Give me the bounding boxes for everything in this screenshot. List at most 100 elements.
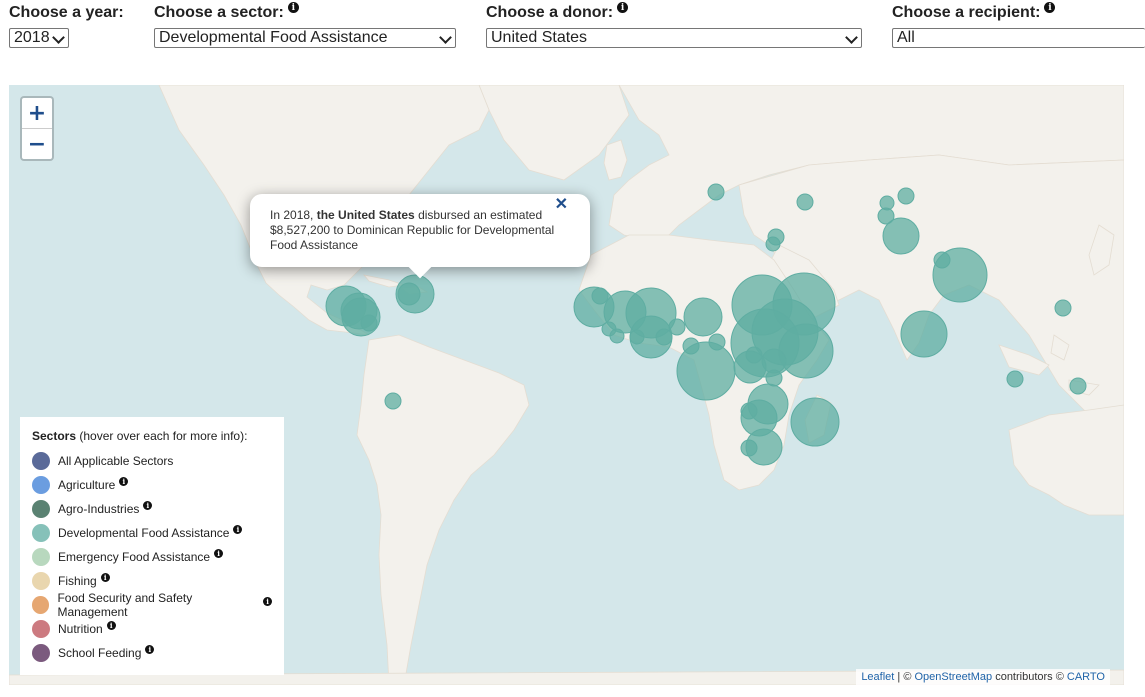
recipient-bubble[interactable] xyxy=(765,236,781,252)
legend-item[interactable]: Agro-Industries i xyxy=(32,497,272,521)
sector-legend: Sectors (hover over each for more info):… xyxy=(20,417,284,675)
legend-item-label: Nutrition xyxy=(58,622,103,636)
recipient-bubble[interactable] xyxy=(796,193,814,211)
donor-control: Choose a donor: i United States xyxy=(486,2,862,48)
recipient-bubble[interactable] xyxy=(897,187,915,205)
osm-link[interactable]: OpenStreetMap xyxy=(914,671,992,683)
legend-swatch xyxy=(32,500,50,518)
recipient-label: Choose a recipient: xyxy=(892,4,1041,21)
recipient-select[interactable]: All xyxy=(892,28,1145,48)
legend-item-label: Food Security and Safety Management xyxy=(57,591,193,619)
recipient-bubble[interactable] xyxy=(882,217,920,255)
recipient-select-value: All xyxy=(897,29,915,46)
leaflet-link[interactable]: Leaflet xyxy=(861,671,894,683)
year-label: Choose a year: xyxy=(9,4,124,21)
legend-item-label: Agro-Industries xyxy=(58,502,140,516)
legend-swatch xyxy=(32,620,50,638)
recipient-bubble[interactable] xyxy=(740,402,758,420)
recipient-bubble[interactable] xyxy=(933,251,951,269)
legend-swatch xyxy=(32,452,50,470)
chevron-down-icon xyxy=(845,31,858,44)
recipient-bubble[interactable] xyxy=(1006,370,1024,388)
popup-donor: the United States xyxy=(316,208,415,222)
year-select-value: 2018 xyxy=(14,29,50,46)
legend-item[interactable]: Nutrition i xyxy=(32,617,272,641)
legend-items: All Applicable Sectors Agriculture i Agro-I… xyxy=(32,449,272,665)
legend-swatch xyxy=(32,524,50,542)
recipient-bubble[interactable] xyxy=(740,439,758,457)
info-icon[interactable]: i xyxy=(263,596,272,606)
year-control: Choose a year: 2018 xyxy=(9,4,124,48)
sector-select[interactable]: Developmental Food Assistance xyxy=(154,28,456,48)
attribution-sep: | © xyxy=(894,671,915,683)
recipient-bubble[interactable] xyxy=(668,318,686,336)
recipient-bubble[interactable] xyxy=(761,348,787,374)
legend-item[interactable]: Food Security and Safety Management i xyxy=(32,591,272,619)
legend-title-bold: Sectors xyxy=(32,429,77,443)
info-icon[interactable]: i xyxy=(119,476,129,486)
recipient-bubble[interactable] xyxy=(707,183,725,201)
legend-swatch xyxy=(32,596,50,614)
world-map[interactable]: + − ✕ In 2018, the United States disburs… xyxy=(9,85,1124,685)
legend-swatch xyxy=(32,644,50,662)
legend-title: Sectors (hover over each for more info): xyxy=(32,429,272,443)
legend-item[interactable]: Emergency Food Assistance i xyxy=(32,545,272,569)
info-icon[interactable]: i xyxy=(287,2,299,13)
sector-label: Choose a sector: xyxy=(154,4,284,21)
zoom-in-button[interactable]: + xyxy=(22,98,52,129)
legend-item[interactable]: School Feeding i xyxy=(32,641,272,665)
info-icon[interactable]: i xyxy=(233,524,243,534)
chevron-down-icon xyxy=(439,31,452,44)
legend-title-rest: (hover over each for more info): xyxy=(76,429,248,443)
info-icon[interactable]: i xyxy=(145,644,155,654)
recipient-bubble[interactable] xyxy=(778,323,834,379)
sector-control: Choose a sector: i Developmental Food Ass… xyxy=(154,2,456,48)
close-icon[interactable]: ✕ xyxy=(555,197,568,213)
info-icon[interactable]: i xyxy=(100,572,110,582)
year-select[interactable]: 2018 xyxy=(9,28,69,48)
recipient-bubble[interactable] xyxy=(900,310,948,358)
legend-swatch xyxy=(32,572,50,590)
legend-item[interactable]: All Applicable Sectors xyxy=(32,449,272,473)
recipient-bubble[interactable] xyxy=(655,328,673,346)
zoom-out-button[interactable]: − xyxy=(22,129,52,159)
legend-item-label: Developmental Food Assistance xyxy=(58,526,230,540)
info-icon[interactable]: i xyxy=(1044,2,1056,13)
map-popup: ✕ In 2018, the United States disbursed a… xyxy=(250,194,590,279)
sector-select-value: Developmental Food Assistance xyxy=(159,29,388,46)
recipient-bubble[interactable] xyxy=(676,341,736,401)
recipient-bubble[interactable] xyxy=(384,392,402,410)
recipient-bubble[interactable] xyxy=(683,297,723,337)
legend-item-label: Agriculture xyxy=(58,478,116,492)
legend-item-label: All Applicable Sectors xyxy=(58,454,174,468)
map-attribution: Leaflet | © OpenStreetMap contributors ©… xyxy=(856,669,1110,685)
recipient-bubble[interactable] xyxy=(745,346,763,364)
recipient-bubble[interactable] xyxy=(360,314,378,332)
legend-item[interactable]: Fishing i xyxy=(32,569,272,593)
legend-item-label: Emergency Food Assistance xyxy=(58,550,211,564)
legend-swatch xyxy=(32,548,50,566)
recipient-bubble[interactable] xyxy=(1054,299,1072,317)
recipient-control: Choose a recipient: i All xyxy=(892,2,1145,48)
legend-item[interactable]: Agriculture i xyxy=(32,473,272,497)
legend-item-label: Fishing xyxy=(58,574,97,588)
legend-item[interactable]: Developmental Food Assistance i xyxy=(32,521,272,545)
recipient-bubble[interactable] xyxy=(397,282,421,306)
zoom-control: + − xyxy=(20,96,54,161)
donor-select[interactable]: United States xyxy=(486,28,862,48)
recipient-bubble[interactable] xyxy=(790,397,840,447)
donor-select-value: United States xyxy=(491,29,588,46)
info-icon[interactable]: i xyxy=(106,620,116,630)
info-icon[interactable]: i xyxy=(143,500,153,510)
recipient-bubble[interactable] xyxy=(1069,377,1087,395)
carto-link[interactable]: CARTO xyxy=(1067,671,1105,683)
info-icon[interactable]: i xyxy=(214,548,224,558)
recipient-bubble[interactable] xyxy=(591,287,609,305)
donor-label: Choose a donor: xyxy=(486,4,614,21)
legend-swatch xyxy=(32,476,50,494)
attribution-contrib: contributors © xyxy=(992,671,1067,683)
chevron-down-icon xyxy=(52,31,65,44)
recipient-bubble[interactable] xyxy=(609,328,625,344)
popup-prefix: In 2018, xyxy=(270,208,317,222)
info-icon[interactable]: i xyxy=(617,2,629,13)
